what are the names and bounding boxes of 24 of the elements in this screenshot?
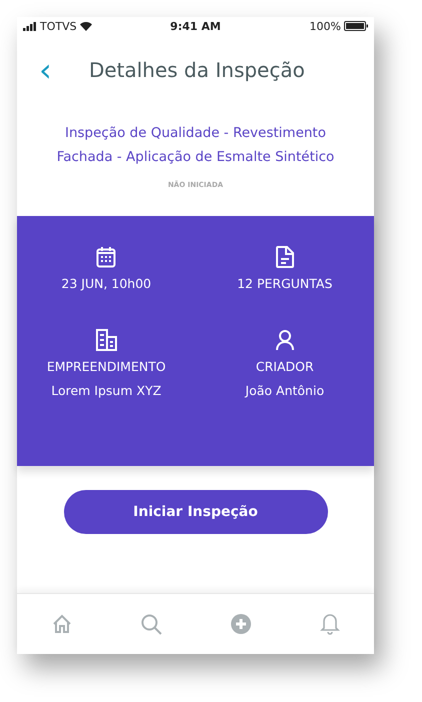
inspection-title: Inspeção de Qualidade - Revestimento [64, 124, 326, 143]
home-icon [52, 614, 72, 634]
battery-percent: 100% [310, 20, 341, 32]
inspection-title: Fachada - Aplicação de Esmalte Sintético [56, 148, 334, 167]
building-icon [96, 329, 117, 351]
wifi-icon [80, 22, 92, 30]
person-icon [274, 329, 295, 351]
bell-icon [320, 613, 340, 635]
document-icon [276, 246, 294, 268]
detail-label: 23 JUN, 10h00 [61, 276, 152, 292]
battery-icon [344, 21, 368, 31]
detail-label: 12 PERGUNTAS [237, 276, 332, 292]
detail-label: EMPREENDIMENTO [46, 359, 166, 375]
start-inspection-button[interactable]: Iniciar Inspeção [64, 490, 328, 534]
calendar-icon [96, 246, 116, 268]
detail-label: CRIADOR [256, 359, 314, 375]
page-title: Detalhes da Inspeção [88, 58, 306, 82]
detail-value: João Antônio [245, 383, 324, 399]
carrier-name: TOTVS [40, 20, 77, 32]
search-icon [140, 614, 162, 634]
detail-value: Lorem Ipsum XYZ [51, 383, 162, 399]
signal-icon [23, 22, 37, 30]
add-icon [230, 614, 250, 634]
clock-time: 9:41 AM [170, 20, 221, 32]
